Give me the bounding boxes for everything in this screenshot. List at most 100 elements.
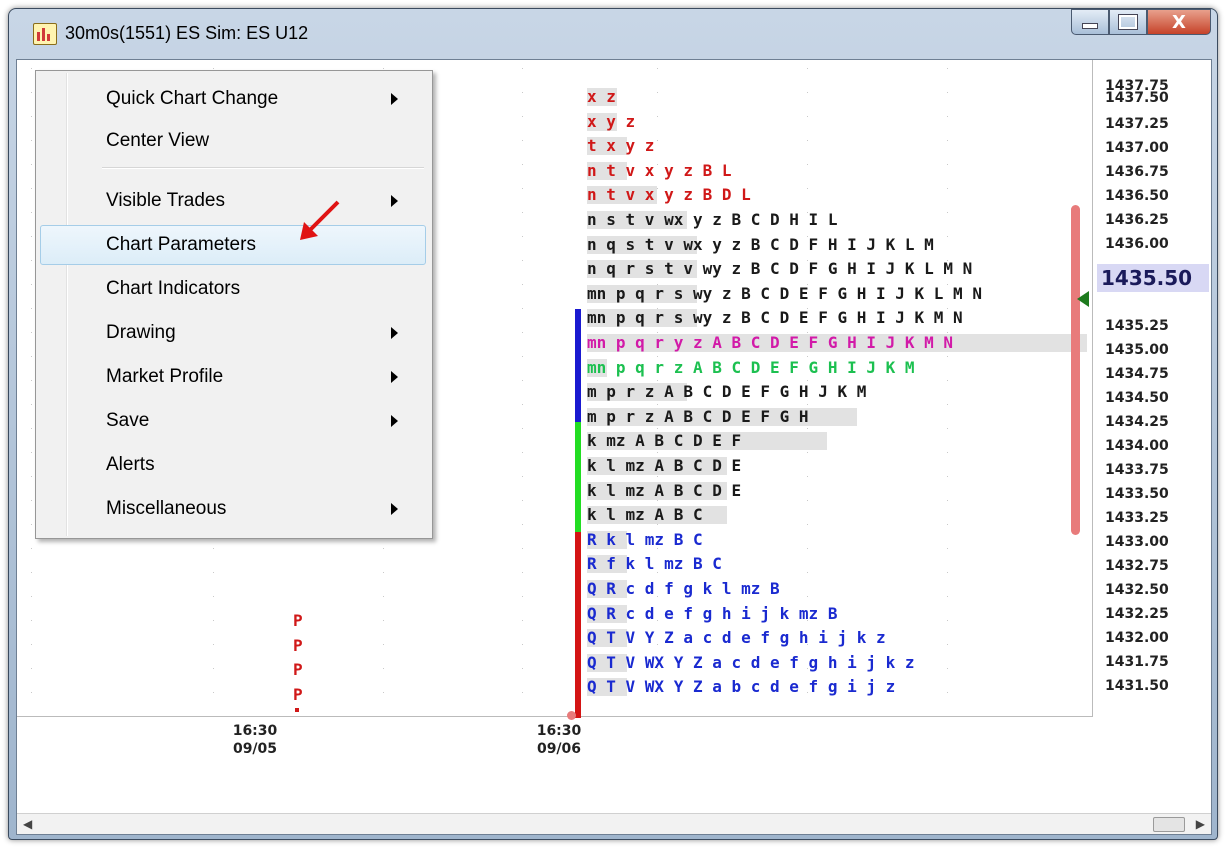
context-menu: Quick Chart Change Center View Visible Tra… — [35, 70, 433, 539]
price-label: 1434.00 — [1105, 438, 1169, 454]
prior-day-letter: P — [293, 611, 303, 630]
profile-row: Q T V WX Y Z a b c d e f g i j z — [587, 677, 896, 697]
menu-item-market-profile[interactable]: Market Profile — [40, 357, 426, 397]
profile-row: Q T V WX Y Z a c d e f g h i j k z — [587, 652, 915, 672]
menu-item-chart-indicators[interactable]: Chart Indicators — [40, 269, 426, 309]
menu-item-label: Visible Trades — [106, 190, 225, 211]
profile-row: Q R c d f g k l mz B — [587, 579, 780, 598]
prior-day-letter: P — [293, 635, 303, 655]
price-label: 1435.00 — [1105, 342, 1169, 358]
menu-item-visible-trades[interactable]: Visible Trades — [40, 181, 426, 221]
profile-row: n t v x y z B L — [587, 160, 732, 180]
chart-app-icon[interactable] — [33, 23, 57, 45]
price-label: 1436.25 — [1105, 212, 1169, 228]
menu-item-miscellaneous[interactable]: Miscellaneous — [40, 489, 426, 529]
menu-item-drawing[interactable]: Drawing — [40, 313, 426, 353]
submenu-arrow-icon — [391, 503, 398, 515]
price-label: 1433.25 — [1105, 510, 1169, 526]
price-label: 1433.00 — [1105, 534, 1169, 550]
price-label: 1433.50 — [1105, 486, 1169, 502]
time-label-0906: 16:30 09/06 — [536, 723, 582, 757]
profile-row: t x y z — [587, 136, 655, 156]
price-label: 1432.25 — [1105, 606, 1169, 622]
profile-row: n q s t v wx y z B C D F H I J K L M — [587, 234, 934, 254]
profile-row: k l mz A B C D E — [587, 456, 742, 475]
minimize-button[interactable] — [1071, 9, 1109, 35]
price-label: 1434.25 — [1105, 414, 1169, 430]
profile-row: Q R c d e f g h i j k mz B — [587, 603, 838, 623]
time-label-0905: 16:30 09/05 — [232, 723, 278, 757]
profile-row: mn p q r s wy z B C D E F G H I J K L M … — [587, 283, 982, 303]
horizontal-scrollbar[interactable]: ◀ ▶ — [17, 813, 1211, 834]
close-button[interactable]: X — [1147, 9, 1211, 35]
submenu-arrow-icon — [391, 371, 398, 383]
profile-row: x y z — [587, 111, 636, 131]
submenu-arrow-icon — [391, 195, 398, 207]
menu-item-center-view[interactable]: Center View — [40, 121, 426, 161]
menu-item-label: Center View — [106, 130, 210, 151]
price-label: 1436.00 — [1105, 236, 1169, 252]
profile-row: k mz A B C D E F — [587, 430, 827, 452]
price-label: 1432.00 — [1105, 630, 1169, 646]
price-label: 1432.75 — [1105, 558, 1169, 574]
profile-row: mn p q r s wy z B C D E F G H I J K M N — [587, 308, 963, 328]
price-label: 1437.25 — [1105, 116, 1169, 132]
menu-item-label: Save — [106, 410, 150, 431]
profile-row: R f k l mz B C — [587, 554, 722, 574]
scroll-left-icon[interactable]: ◀ — [23, 817, 32, 831]
profile-row: x z — [587, 87, 617, 106]
profile-row: Q T V Y Z a c d e f g h i j k z — [587, 628, 886, 648]
price-label: 1434.50 — [1105, 390, 1169, 406]
menu-item-quick-chart-change[interactable]: Quick Chart Change — [40, 79, 426, 119]
submenu-arrow-icon — [391, 327, 398, 339]
value-area-green-bar — [575, 422, 581, 532]
profile-row: k l mz A B C D E — [587, 480, 742, 500]
range-extension-bar — [1071, 205, 1080, 535]
menu-separator — [102, 167, 424, 169]
value-area-blue-bar — [575, 309, 581, 422]
close-icon: X — [1172, 11, 1186, 33]
price-label: 1436.50 — [1105, 188, 1169, 204]
menu-item-label: Drawing — [106, 322, 176, 343]
price-label: 1434.75 — [1105, 366, 1169, 382]
menu-item-label: Quick Chart Change — [106, 88, 279, 109]
menu-item-label: Alerts — [106, 454, 155, 475]
menu-item-label: Miscellaneous — [106, 498, 227, 519]
menu-item-label: Market Profile — [106, 366, 224, 387]
scroll-thumb[interactable] — [1153, 817, 1185, 832]
profile-row: m p r z A B C D E F G H — [587, 406, 857, 428]
price-label: 1431.50 — [1105, 678, 1169, 694]
menu-item-save[interactable]: Save — [40, 401, 426, 441]
title-bar[interactable]: 30m0s(1551) ES Sim: ES U12 X — [9, 9, 1217, 55]
submenu-arrow-icon — [391, 415, 398, 427]
menu-item-label: Chart Indicators — [106, 278, 241, 299]
menu-item-label: Chart Parameters — [106, 234, 256, 255]
menu-item-alerts[interactable]: Alerts — [40, 445, 426, 485]
profile-row: mn p q r z A B C D E F G H I J K M — [587, 357, 915, 377]
prior-day-letter: P — [293, 684, 303, 704]
price-label: 1433.75 — [1105, 462, 1169, 478]
current-price-label: 1435.50 — [1097, 264, 1209, 292]
menu-item-chart-parameters[interactable]: Chart Parameters — [40, 225, 426, 265]
open-dot — [567, 711, 576, 720]
profile-row: n q r s t v wy z B C D F G H I J K L M N — [587, 259, 973, 279]
price-label: 1432.50 — [1105, 582, 1169, 598]
price-label: 1431.75 — [1105, 654, 1169, 670]
price-label: 1435.25 — [1105, 318, 1169, 334]
profile-row: n s t v wx y z B C D H I L — [587, 210, 838, 229]
profile-row: m p r z A B C D E F G H J K M — [587, 382, 867, 402]
submenu-arrow-icon — [391, 93, 398, 105]
profile-row: R k l mz B C — [587, 529, 703, 549]
window-title: 30m0s(1551) ES Sim: ES U12 — [65, 23, 309, 43]
maximize-button[interactable] — [1109, 9, 1147, 35]
current-price-marker — [1077, 291, 1089, 307]
price-label: 1436.75 — [1105, 164, 1169, 180]
minimize-icon — [1082, 23, 1098, 29]
scroll-right-icon[interactable]: ▶ — [1196, 817, 1205, 831]
range-red-bar — [575, 532, 581, 718]
profile-row: n t v x y z B D L — [587, 185, 751, 205]
profile-row: k l mz A B C — [587, 504, 727, 526]
profile-row: mn p q r y z A B C D E F G H I J K M N — [587, 332, 1087, 354]
prior-day-tick — [295, 708, 299, 712]
prior-day-letter: P — [293, 660, 303, 680]
